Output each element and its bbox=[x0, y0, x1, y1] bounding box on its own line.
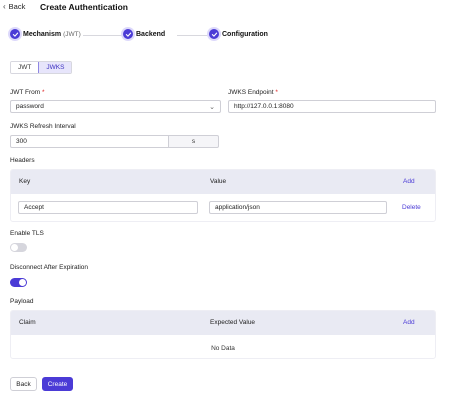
stepper: Mechanism (JWT) Backend Configuration bbox=[10, 29, 470, 43]
disconnect-label: Disconnect After Expiration bbox=[10, 264, 89, 271]
column-header-expected-value: Expected Value bbox=[210, 319, 256, 326]
create-button[interactable]: Create bbox=[42, 377, 73, 391]
header-value-input[interactable]: application/json bbox=[209, 201, 387, 214]
check-icon bbox=[10, 29, 20, 39]
enable-tls-toggle[interactable] bbox=[10, 243, 27, 252]
top-bar: ‹ Back Create Authentication bbox=[0, 0, 474, 15]
tab-jwt[interactable]: JWT bbox=[11, 62, 39, 73]
payload-table-header: Claim Expected Value Add bbox=[11, 311, 435, 335]
step-backend[interactable]: Backend bbox=[123, 29, 165, 39]
step-label: Backend bbox=[136, 30, 166, 38]
empty-state-text: No Data bbox=[211, 345, 235, 352]
refresh-interval-label: JWKS Refresh Interval bbox=[10, 123, 76, 130]
payload-title: Payload bbox=[10, 298, 34, 305]
chevron-down-icon: ⌄ bbox=[209, 104, 215, 111]
step-sublabel: (JWT) bbox=[63, 30, 81, 38]
jwks-endpoint-input[interactable]: http://127.0.0.1:8080 bbox=[228, 100, 436, 113]
headers-title: Headers bbox=[10, 157, 35, 164]
payload-table: Claim Expected Value Add No Data bbox=[10, 310, 436, 359]
jwt-from-select[interactable]: password ⌄ bbox=[10, 100, 221, 113]
headers-table-header: Key Value Add bbox=[11, 170, 435, 194]
column-header-claim: Claim bbox=[19, 319, 36, 326]
header-back-label: Back bbox=[8, 2, 26, 11]
header-back-button[interactable]: ‹ Back bbox=[3, 2, 25, 11]
jwt-from-label: JWT From * bbox=[10, 89, 45, 96]
refresh-interval-input[interactable]: 300 bbox=[10, 135, 169, 148]
page-title: Create Authentication bbox=[40, 2, 129, 12]
payload-table-body: No Data bbox=[11, 335, 435, 358]
column-header-key: Key bbox=[19, 178, 31, 185]
step-configuration[interactable]: Configuration bbox=[209, 29, 268, 39]
jwks-endpoint-label: JWKS Endpoint * bbox=[228, 89, 278, 96]
back-button[interactable]: Back bbox=[10, 377, 37, 391]
add-header-button[interactable]: Add bbox=[403, 178, 415, 185]
step-mechanism[interactable]: Mechanism (JWT) bbox=[10, 29, 81, 39]
delete-header-button[interactable]: Delete bbox=[402, 204, 421, 211]
jwt-from-value: password bbox=[16, 103, 44, 110]
headers-table: Key Value Add Accept application/json De… bbox=[10, 169, 436, 222]
column-header-value: Value bbox=[210, 178, 227, 185]
header-key-input[interactable]: Accept bbox=[18, 201, 198, 214]
check-icon bbox=[209, 29, 219, 39]
step-label: Mechanism (JWT) bbox=[23, 30, 81, 38]
refresh-interval-unit: s bbox=[169, 135, 219, 148]
step-label: Configuration bbox=[222, 30, 268, 38]
auth-type-toggle: JWT JWKS bbox=[10, 61, 73, 74]
add-payload-button[interactable]: Add bbox=[403, 319, 415, 326]
disconnect-toggle[interactable] bbox=[10, 278, 27, 287]
toggle-knob bbox=[11, 244, 18, 251]
step-connector bbox=[83, 35, 128, 36]
toggle-knob bbox=[19, 279, 26, 286]
chevron-left-icon: ‹ bbox=[3, 2, 6, 11]
check-icon bbox=[123, 29, 133, 39]
step-connector bbox=[177, 35, 210, 36]
tab-jwks[interactable]: JWKS bbox=[38, 62, 72, 73]
enable-tls-label: Enable TLS bbox=[10, 230, 44, 237]
